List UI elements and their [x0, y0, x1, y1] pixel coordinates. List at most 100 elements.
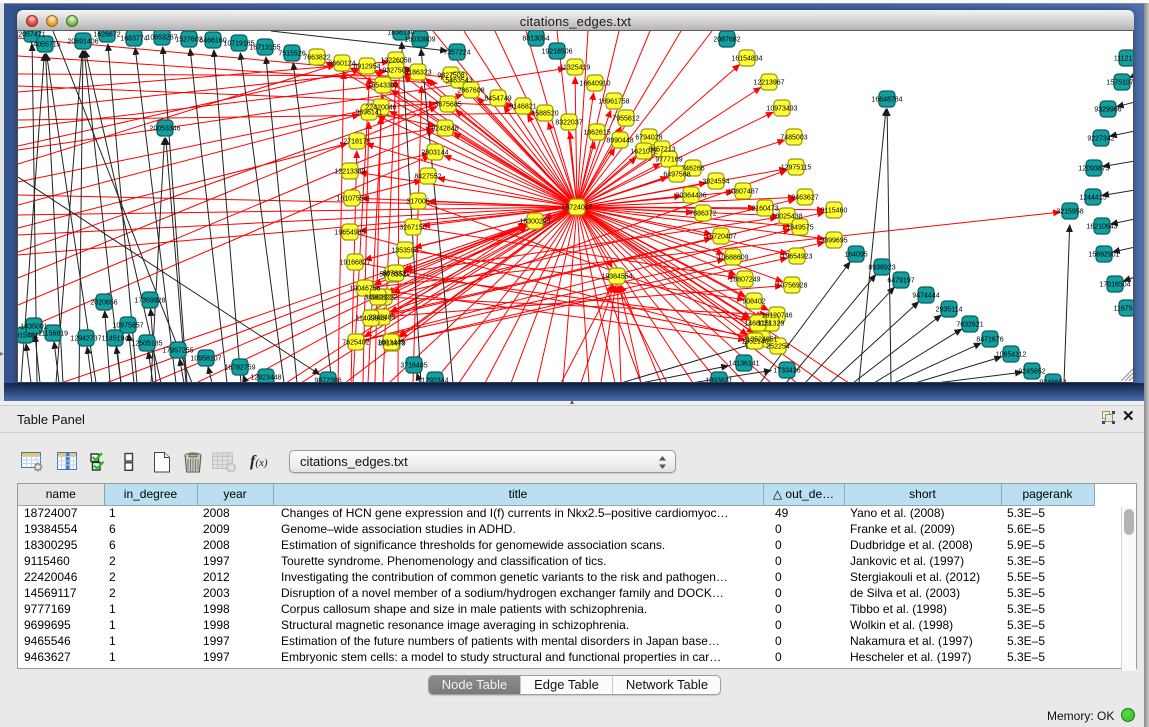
svg-text:8912954: 8912954 — [353, 64, 380, 71]
svg-text:19166827: 19166827 — [339, 260, 370, 267]
svg-text:8990448: 8990448 — [606, 138, 633, 145]
svg-text:7625402: 7625402 — [342, 340, 369, 347]
svg-text:1353594: 1353594 — [391, 248, 418, 255]
svg-text:8878331: 8878331 — [382, 271, 409, 278]
svg-text:1468021: 1468021 — [744, 321, 771, 328]
svg-text:9242848: 9242848 — [431, 126, 458, 133]
svg-text:10958107: 10958107 — [190, 356, 221, 363]
svg-text:12975115: 12975115 — [781, 165, 812, 172]
svg-text:5463543: 5463543 — [445, 78, 472, 85]
svg-text:8660124: 8660124 — [328, 61, 355, 68]
svg-text:11325419: 11325419 — [560, 65, 591, 72]
svg-text:14136141: 14136141 — [728, 361, 759, 368]
svg-text:10807487: 10807487 — [727, 189, 758, 196]
svg-text:1244415: 1244415 — [1079, 195, 1106, 202]
svg-text:16782759: 16782759 — [224, 365, 255, 372]
svg-text:7485003: 7485003 — [780, 135, 807, 142]
svg-text:8471676: 8471676 — [976, 337, 1003, 344]
svg-text:8427552: 8427552 — [414, 174, 441, 181]
svg-text:13226058: 13226058 — [380, 58, 411, 65]
svg-text:1626672: 1626672 — [93, 32, 120, 39]
svg-text:1167533: 1167533 — [1114, 306, 1134, 313]
svg-text:7632621: 7632621 — [956, 322, 983, 329]
svg-text:12213389: 12213389 — [334, 169, 365, 176]
svg-text:1849575: 1849575 — [786, 225, 813, 232]
svg-text:12942737: 12942737 — [70, 336, 101, 343]
svg-text:10973493: 10973493 — [766, 106, 797, 113]
svg-text:9327503: 9327503 — [382, 68, 409, 75]
svg-text:16033809: 16033809 — [404, 37, 435, 44]
svg-text:908402: 908402 — [742, 299, 765, 306]
svg-text:3215958: 3215958 — [1056, 209, 1083, 216]
svg-text:1588520: 1588520 — [531, 111, 558, 118]
svg-text:2718176: 2718176 — [343, 139, 370, 146]
svg-text:19654923: 19654923 — [781, 254, 812, 261]
svg-text:9777169: 9777169 — [655, 157, 682, 164]
svg-text:3267150: 3267150 — [399, 225, 426, 232]
svg-text:16713155: 16713155 — [249, 45, 280, 52]
svg-text:11409948: 11409948 — [356, 316, 387, 323]
svg-text:9245652: 9245652 — [1018, 369, 1045, 376]
svg-text:1691449: 1691449 — [377, 340, 404, 347]
svg-text:7357224: 7357224 — [443, 50, 470, 57]
svg-text:317006: 317006 — [406, 199, 429, 206]
svg-text:8938923: 8938923 — [868, 265, 895, 272]
svg-text:20053346: 20053346 — [149, 126, 180, 133]
svg-text:2087682: 2087682 — [713, 37, 740, 44]
svg-text:18300295: 18300295 — [519, 219, 550, 226]
svg-text:3915481: 3915481 — [18, 333, 39, 340]
svg-text:7955812: 7955812 — [612, 116, 639, 123]
svg-text:19654985: 19654985 — [334, 230, 365, 237]
svg-text:2935114: 2935114 — [936, 307, 963, 314]
svg-text:1683774: 1683774 — [120, 36, 147, 43]
svg-text:16543382: 16543382 — [367, 83, 398, 90]
svg-text:10756928: 10756928 — [776, 283, 807, 290]
svg-text:6794028: 6794028 — [635, 135, 662, 142]
svg-text:19384554: 19384554 — [601, 274, 632, 281]
svg-text:1093831: 1093831 — [705, 378, 732, 384]
svg-text:12213967: 12213967 — [753, 80, 784, 87]
svg-text:2160473: 2160473 — [751, 206, 778, 213]
svg-text:15720407: 15720407 — [705, 234, 736, 241]
svg-text:16154834: 16154834 — [731, 56, 762, 63]
svg-text:16210643: 16210643 — [1086, 224, 1117, 231]
svg-text:18724007: 18724007 — [561, 205, 592, 212]
svg-text:252254: 252254 — [766, 344, 789, 351]
svg-text:20691406: 20691406 — [67, 39, 98, 46]
svg-text:10025438: 10025438 — [771, 214, 802, 221]
svg-text:16120746: 16120746 — [761, 313, 792, 320]
svg-text:11156819: 11156819 — [38, 331, 68, 338]
svg-text:3498222: 3498222 — [364, 295, 391, 302]
svg-text:9146821: 9146821 — [509, 104, 536, 111]
svg-text:10653287: 10653287 — [146, 35, 177, 42]
svg-text:10654112: 10654112 — [996, 352, 1027, 359]
svg-text:3875685: 3875685 — [434, 102, 461, 109]
svg-text:17016504: 17016504 — [1099, 282, 1130, 289]
svg-text:12923448: 12923448 — [250, 375, 281, 382]
svg-text:8457213: 8457213 — [648, 147, 675, 154]
svg-text:12505185: 12505185 — [131, 341, 162, 348]
svg-text:164095: 164095 — [844, 252, 867, 259]
svg-text:1362615: 1362615 — [583, 130, 610, 137]
svg-text:16107553: 16107553 — [336, 196, 367, 203]
svg-text:8322037: 8322037 — [555, 120, 582, 127]
svg-text:2057471: 2057471 — [18, 32, 45, 39]
svg-text:1292344: 1292344 — [421, 378, 448, 384]
svg-text:10975857: 10975857 — [112, 323, 143, 330]
svg-text:20364436: 20364436 — [675, 193, 706, 200]
svg-text:2803144: 2803144 — [421, 150, 448, 157]
svg-text:10688609: 10688609 — [717, 255, 748, 262]
svg-text:7663822: 7663822 — [303, 55, 330, 62]
svg-text:19218506: 19218506 — [541, 49, 572, 56]
svg-text:9474444: 9474444 — [912, 293, 939, 300]
svg-text:16648784: 16648784 — [871, 97, 902, 104]
svg-text:9899695: 9899695 — [820, 238, 847, 245]
svg-text:8813054: 8813054 — [522, 36, 549, 43]
svg-text:1733426: 1733426 — [773, 368, 800, 375]
svg-text:6479197: 6479197 — [887, 278, 914, 285]
svg-text:17957255: 17957255 — [162, 348, 193, 355]
svg-text:1112137: 1112137 — [1114, 56, 1134, 63]
svg-text:9115460: 9115460 — [821, 208, 848, 215]
svg-text:15692901: 15692901 — [1088, 252, 1119, 259]
svg-text:1435001: 1435001 — [20, 324, 47, 331]
